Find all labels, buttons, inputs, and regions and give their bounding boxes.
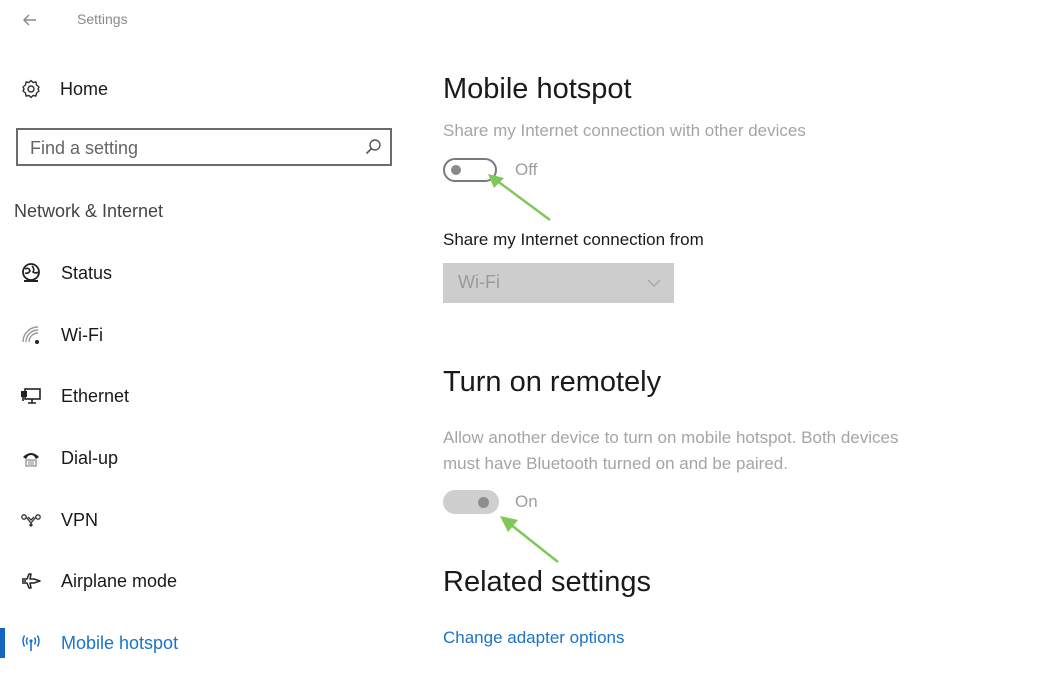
sidebar-item-mobile-hotspot[interactable]: Mobile hotspot (0, 628, 300, 658)
toggle-knob (451, 165, 461, 175)
hotspot-description: Share my Internet connection with other … (443, 121, 806, 140)
toggle-knob (478, 497, 489, 508)
sidebar-item-label: Status (61, 262, 113, 283)
hotspot-antenna-icon (20, 632, 42, 654)
sidebar-item-label: VPN (61, 509, 99, 530)
sidebar-item-dialup[interactable]: Dial-up (0, 443, 300, 473)
active-indicator (0, 628, 5, 658)
page-title: Mobile hotspot (443, 73, 632, 105)
chevron-down-icon (647, 279, 661, 287)
hotspot-toggle[interactable] (443, 158, 497, 182)
sidebar-item-label: Dial-up (61, 447, 119, 468)
remote-toggle[interactable] (443, 490, 499, 514)
sidebar-item-ethernet[interactable]: Ethernet (0, 381, 300, 411)
globe-status-icon (20, 262, 42, 284)
hotspot-toggle-state: Off (515, 160, 538, 179)
search-input[interactable] (30, 136, 350, 160)
remote-description-line2: must have Bluetooth turned on and be pai… (443, 454, 788, 473)
wifi-icon (20, 324, 42, 346)
related-settings-title: Related settings (443, 566, 651, 598)
sidebar-item-label: Airplane mode (61, 570, 178, 591)
ethernet-icon (20, 385, 42, 407)
remote-title: Turn on remotely (443, 366, 662, 398)
gear-icon (20, 78, 42, 100)
sidebar-item-wifi[interactable]: Wi-Fi (0, 320, 300, 350)
sidebar-item-status[interactable]: Status (0, 258, 300, 288)
back-arrow-icon (23, 14, 36, 26)
dialup-phone-icon (20, 447, 42, 469)
remote-description-line1: Allow another device to turn on mobile h… (443, 428, 899, 447)
sidebar-item-label: Ethernet (61, 385, 130, 406)
sidebar-home[interactable]: Home (20, 76, 108, 102)
search-box[interactable] (16, 128, 392, 166)
back-button[interactable] (20, 10, 44, 30)
remote-toggle-state: On (515, 492, 538, 511)
sidebar-item-label: Mobile hotspot (61, 632, 179, 653)
search-icon[interactable] (364, 138, 382, 156)
share-from-label: Share my Internet connection from (443, 230, 704, 249)
dropdown-value: Wi-Fi (458, 272, 500, 292)
sidebar-item-vpn[interactable]: VPN (0, 505, 300, 535)
home-label: Home (60, 78, 109, 99)
vpn-icon (20, 509, 42, 531)
change-adapter-options-link[interactable]: Change adapter options (443, 628, 624, 648)
share-from-dropdown[interactable]: Wi-Fi (443, 263, 674, 303)
airplane-icon (20, 570, 42, 592)
section-label: Network & Internet (14, 201, 164, 221)
sidebar-item-label: Wi-Fi (61, 324, 103, 345)
app-title: Settings (77, 11, 128, 27)
sidebar-item-airplane-mode[interactable]: Airplane mode (0, 566, 300, 596)
annotation-arrow (500, 516, 559, 563)
